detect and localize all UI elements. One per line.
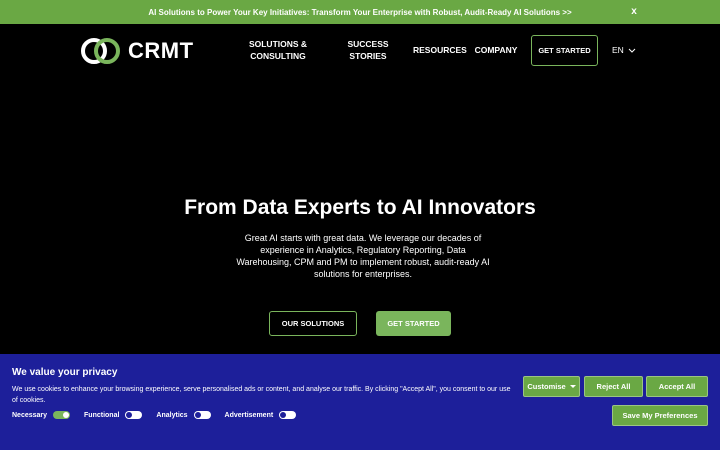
toggle-functional: Functional [84,411,143,419]
logo-rings-icon [81,38,120,64]
announcement-bar[interactable]: AI Solutions to Power Your Key Initiativ… [0,0,720,24]
cookie-description: We use cookies to enhance your browsing … [12,386,511,404]
caret-down-icon [569,385,576,388]
advertisement-switch[interactable] [279,411,297,419]
hero-get-started-button[interactable]: GET STARTED [376,311,451,336]
site-header: CRMT SOLUTIONS & CONSULTING SUCCESS STOR… [0,24,720,78]
save-preferences-button[interactable]: Save My Preferences [612,405,708,426]
announcement-text[interactable]: AI Solutions to Power Your Key Initiativ… [148,8,571,17]
cookie-title: We value your privacy [12,367,118,378]
cookie-toggles: Necessary Functional Analytics Advertise… [12,411,310,419]
nav-solutions-consulting[interactable]: SOLUTIONS & CONSULTING [248,38,308,62]
customise-label: Customise [527,382,566,391]
functional-switch[interactable] [125,411,143,419]
toggle-label: Necessary [12,411,48,419]
accept-all-button[interactable]: Accept All [646,376,708,397]
toggle-analytics: Analytics [156,411,211,419]
toggle-advertisement: Advertisement [225,411,297,419]
necessary-switch[interactable] [53,411,71,419]
logo-text: CRMT [128,38,194,63]
analytics-switch[interactable] [193,411,211,419]
toggle-label: Analytics [156,411,188,419]
language-label: EN [612,45,624,55]
logo[interactable]: CRMT [80,36,194,66]
close-icon[interactable]: x [628,6,640,17]
toggle-label: Functional [84,411,120,419]
header-get-started-button[interactable]: GET STARTED [531,35,598,66]
nav-resources[interactable]: RESOURCES [413,44,467,56]
toggle-label: Advertisement [224,411,274,419]
nav-company[interactable]: COMPANY [474,44,518,56]
hero-description: Great AI starts with great data. We leve… [236,233,490,279]
nav-success-stories[interactable]: SUCCESS STORIES [344,38,392,62]
cookie-banner: We value your privacy We use cookies to … [0,354,720,450]
toggle-necessary: Necessary [12,411,71,419]
hero-title: From Data Experts to AI Innovators [184,196,536,219]
chevron-down-icon [628,48,636,53]
reject-all-button[interactable]: Reject All [584,376,643,397]
customise-button[interactable]: Customise [523,376,580,397]
our-solutions-button[interactable]: OUR SOLUTIONS [269,311,357,336]
language-selector[interactable]: EN [612,45,636,55]
